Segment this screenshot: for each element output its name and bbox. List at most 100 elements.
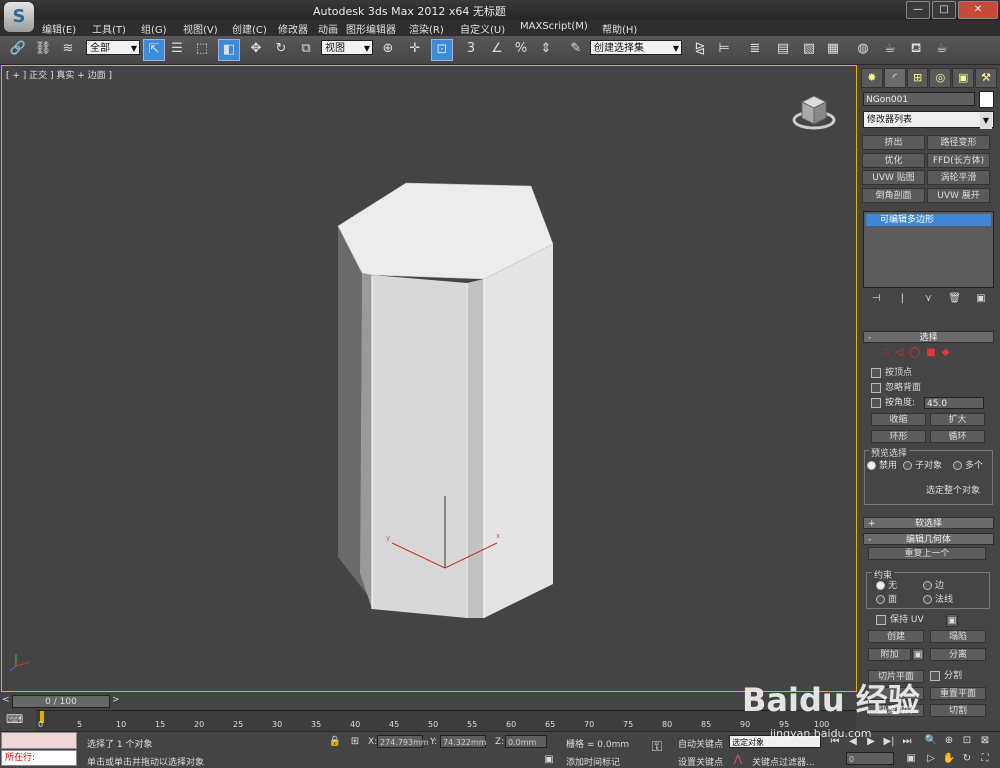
- time-slider[interactable]: 0 / 100: [12, 695, 110, 708]
- menu-views[interactable]: 视图(V): [183, 21, 218, 36]
- selection-filter-dropdown[interactable]: 全部 ▼: [86, 40, 140, 55]
- modifier-bevel-profile-button[interactable]: 倒角剖面: [862, 188, 925, 203]
- edit-named-selection-icon[interactable]: ✎: [566, 39, 586, 59]
- bind-space-warp-icon[interactable]: ≋: [58, 39, 78, 59]
- auto-key-button[interactable]: 自动关键点: [678, 737, 723, 750]
- named-selection-set-dropdown[interactable]: 创建选择集 ▼: [590, 40, 682, 55]
- ignore-backfacing-checkbox[interactable]: 忽略背面: [871, 382, 921, 394]
- window-crossing-icon[interactable]: ◧: [218, 39, 240, 61]
- running-line-field[interactable]: 所在行:: [1, 750, 77, 766]
- constraint-normal-radio[interactable]: 法线: [923, 594, 953, 606]
- display-tab-icon[interactable]: ▣: [952, 68, 975, 88]
- unlink-icon[interactable]: ⛓: [33, 39, 53, 59]
- schematic-view-icon[interactable]: ▦: [823, 39, 843, 59]
- zoom-icon[interactable]: 🔍: [924, 734, 938, 748]
- render-production-icon[interactable]: ☕: [932, 39, 952, 59]
- object-color-swatch[interactable]: [979, 91, 994, 108]
- add-time-tag-text[interactable]: 添加时间标记: [566, 755, 620, 768]
- zoom-all-icon[interactable]: ⊕: [942, 734, 956, 748]
- selection-rollout-header[interactable]: - 选择: [863, 331, 994, 343]
- x-coordinate-field[interactable]: 274.793mm: [377, 735, 429, 748]
- collapse-button[interactable]: 塌陷: [930, 630, 986, 643]
- keyboard-shortcut-override-icon[interactable]: ⊡: [431, 39, 453, 61]
- reset-plane-button[interactable]: 重置平面: [930, 687, 986, 700]
- close-button[interactable]: ✕: [958, 1, 998, 19]
- preview-disabled-radio[interactable]: 禁用: [867, 460, 897, 472]
- by-angle-checkbox[interactable]: 按角度:: [871, 397, 915, 409]
- grow-button[interactable]: 扩大: [930, 413, 985, 426]
- menu-create[interactable]: 创建(C): [232, 21, 267, 36]
- shrink-button[interactable]: 收缩: [871, 413, 926, 426]
- modifier-extrude-button[interactable]: 挤出: [862, 135, 925, 150]
- link-icon[interactable]: 🔗: [8, 39, 28, 59]
- repeat-last-button[interactable]: 重复上一个: [868, 547, 986, 560]
- modifier-unwrap-uvw-button[interactable]: UVW 展开: [927, 188, 990, 203]
- stack-item-editable-poly[interactable]: 可编辑多边形: [866, 214, 991, 226]
- slider-prev-icon[interactable]: <: [2, 695, 12, 708]
- modifier-list-dropdown[interactable]: 修改器列表 ▼: [863, 111, 994, 129]
- select-by-name-icon[interactable]: ☰: [167, 39, 187, 59]
- hierarchy-tab-icon[interactable]: ⊞: [906, 68, 929, 88]
- motion-tab-icon[interactable]: ◎: [929, 68, 952, 88]
- menu-edit[interactable]: 编辑(E): [42, 21, 76, 36]
- ring-button[interactable]: 环形: [871, 430, 926, 443]
- set-key-button[interactable]: 设置关键点: [678, 755, 723, 768]
- select-move-icon[interactable]: ✥: [246, 39, 266, 59]
- frame-ruler[interactable]: 0 5 10 15 20 25 30 35 40 45 50 55 60 65 …: [36, 710, 856, 733]
- configure-modifier-sets-icon[interactable]: ▣: [974, 293, 988, 305]
- by-vertex-checkbox[interactable]: 按顶点: [871, 367, 912, 379]
- rectangular-selection-icon[interactable]: ⬚: [192, 39, 212, 59]
- angle-spinner[interactable]: 45.0: [924, 397, 984, 409]
- slider-next-icon[interactable]: >: [112, 695, 122, 708]
- time-configuration-icon[interactable]: ▣: [904, 752, 918, 766]
- edit-geometry-rollout-header[interactable]: - 编辑几何体: [863, 533, 994, 545]
- preview-subobject-radio[interactable]: 子对象: [903, 460, 942, 472]
- absolute-mode-icon[interactable]: ⊞: [348, 735, 362, 749]
- select-manipulate-icon[interactable]: ✛: [405, 39, 425, 59]
- field-of-view-icon[interactable]: ▷: [924, 752, 938, 766]
- select-scale-icon[interactable]: ⧉: [296, 39, 316, 59]
- modifier-turbosmooth-button[interactable]: 涡轮平滑: [927, 170, 990, 185]
- modifier-uvw-map-button[interactable]: UVW 贴图: [862, 170, 925, 185]
- loop-button[interactable]: 循环: [930, 430, 985, 443]
- pivot-center-icon[interactable]: ⊕: [378, 39, 398, 59]
- maximize-button[interactable]: □: [932, 1, 956, 19]
- curve-editor-icon[interactable]: ▧: [799, 39, 819, 59]
- modifier-ffd-box-button[interactable]: FFD(长方体): [927, 153, 990, 168]
- snaps-toggle-icon[interactable]: 3: [461, 39, 481, 59]
- attach-settings-icon[interactable]: ▣: [912, 648, 924, 661]
- pin-stack-icon[interactable]: ⊣: [869, 293, 883, 305]
- constraint-edge-radio[interactable]: 边: [923, 580, 944, 592]
- orbit-icon[interactable]: ↻: [960, 752, 974, 766]
- menu-graph-editors[interactable]: 图形编辑器: [346, 21, 396, 36]
- mini-curve-editor-icon[interactable]: ⌨: [6, 712, 28, 729]
- align-icon[interactable]: ⊨: [714, 39, 734, 59]
- preview-multi-radio[interactable]: 多个: [953, 460, 983, 472]
- attach-button[interactable]: 附加: [868, 648, 911, 661]
- show-end-result-icon[interactable]: |: [895, 293, 909, 305]
- detach-button[interactable]: 分离: [930, 648, 986, 661]
- menu-rendering[interactable]: 渲染(R): [409, 21, 444, 36]
- zoom-extents-all-icon[interactable]: ⊠: [978, 734, 992, 748]
- menu-tools[interactable]: 工具(T): [92, 21, 126, 36]
- current-frame-field[interactable]: 0: [846, 752, 894, 765]
- z-coordinate-field[interactable]: 0.0mm: [505, 735, 547, 748]
- make-unique-icon[interactable]: ⋎: [921, 293, 935, 305]
- vertex-icon[interactable]: ∴: [883, 347, 889, 360]
- render-setup-icon[interactable]: ☕: [880, 39, 900, 59]
- reference-coordinate-dropdown[interactable]: 视图 ▼: [321, 40, 373, 55]
- menu-group[interactable]: 组(G): [141, 21, 167, 36]
- goto-end-icon[interactable]: ⏭: [900, 735, 914, 749]
- modify-tab-icon[interactable]: ◜: [883, 68, 906, 88]
- modifier-path-deform-button[interactable]: 路径变形: [927, 135, 990, 150]
- preserve-uv-settings-icon[interactable]: ▣: [946, 614, 958, 627]
- time-tag-icon[interactable]: ▣: [542, 753, 556, 767]
- app-logo[interactable]: S: [4, 2, 34, 32]
- key-filters-button[interactable]: 关键点过滤器...: [752, 755, 815, 768]
- constraint-face-radio[interactable]: 面: [876, 594, 897, 606]
- object-name-field[interactable]: NGon001: [863, 92, 975, 106]
- select-rotate-icon[interactable]: ↻: [271, 39, 291, 59]
- perspective-viewport[interactable]: [ + ] 正交 ] 真实 + 边面 ] z x y: [1, 65, 857, 692]
- layer-manager-icon[interactable]: ≣: [745, 39, 765, 59]
- percent-snap-icon[interactable]: %: [511, 39, 531, 59]
